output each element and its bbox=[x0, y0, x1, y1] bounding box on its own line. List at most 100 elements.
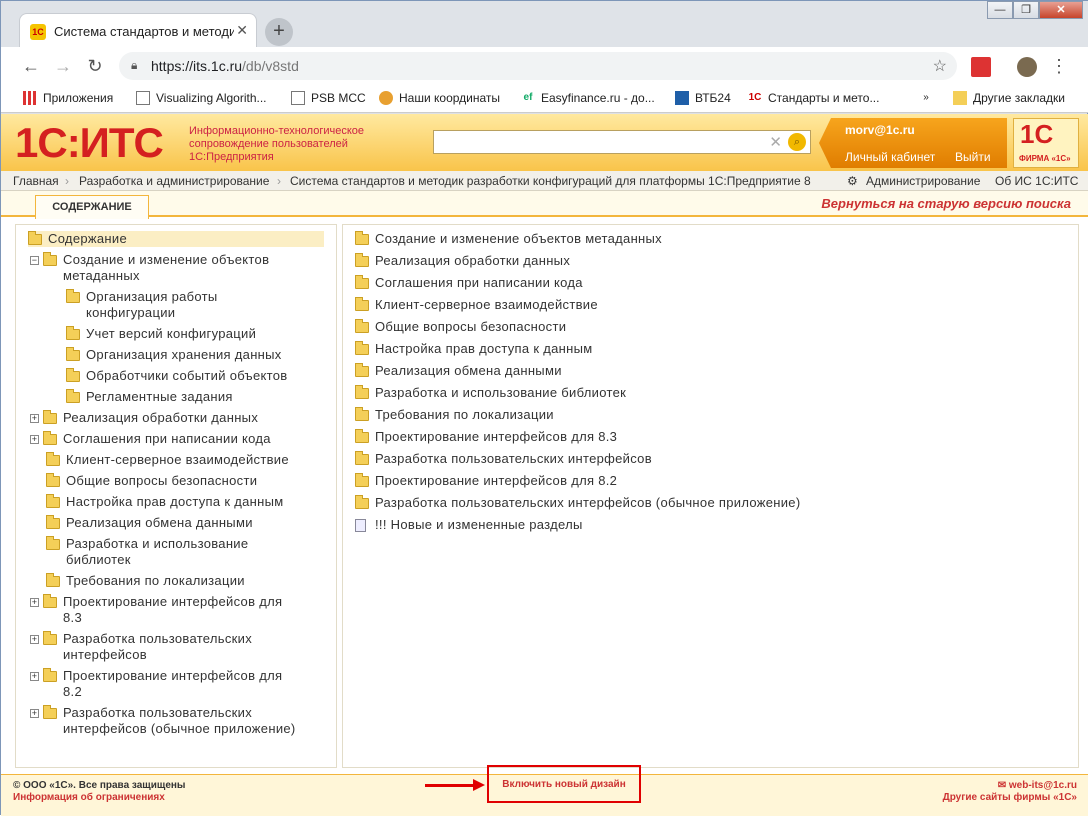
list-item[interactable]: Разработка пользовательских интерфейсов … bbox=[355, 495, 800, 511]
list-item[interactable]: Проектирование интерфейсов для 8.2 bbox=[355, 473, 617, 489]
tree-item-label[interactable]: Клиент-серверное взаимодействие bbox=[66, 452, 289, 468]
firm-1c-logo[interactable]: 1С ФИРМА «1С» bbox=[1013, 118, 1079, 168]
list-item[interactable]: Реализация обработки данных bbox=[355, 253, 570, 269]
list-item-label[interactable]: Клиент-серверное взаимодействие bbox=[375, 297, 598, 313]
tree-item[interactable]: Учет версий конфигураций bbox=[66, 326, 256, 342]
tree-item-label[interactable]: Регламентные задания bbox=[86, 389, 233, 405]
tree-item[interactable]: Клиент-серверное взаимодействие bbox=[46, 452, 289, 468]
list-item[interactable]: Настройка прав доступа к данным bbox=[355, 341, 592, 357]
list-item-label[interactable]: Разработка пользовательских интерфейсов … bbox=[375, 495, 800, 511]
clear-search-icon[interactable]: ✕ bbox=[769, 133, 782, 151]
bookmarks-overflow-icon[interactable]: » bbox=[919, 91, 933, 105]
its-logo[interactable]: 1С:ИТС bbox=[15, 120, 164, 166]
about-link[interactable]: Об ИС 1С:ИТС bbox=[995, 174, 1078, 188]
list-item-label[interactable]: Общие вопросы безопасности bbox=[375, 319, 566, 335]
crumb-dev[interactable]: Разработка и администрирование bbox=[79, 174, 269, 188]
expand-icon[interactable]: + bbox=[30, 435, 39, 444]
bookmark-psb[interactable]: PSB MCC bbox=[291, 91, 366, 105]
minimize-button[interactable]: — bbox=[987, 1, 1013, 19]
limits-link[interactable]: Информация об ограничениях bbox=[13, 792, 165, 803]
list-item[interactable]: Создание и изменение объектов метаданных bbox=[355, 231, 662, 247]
tree-item-label[interactable]: Разработка пользовательских интерфейсов bbox=[63, 631, 252, 663]
list-item-label[interactable]: Требования по локализации bbox=[375, 407, 554, 423]
tree-item-label[interactable]: Проектирование интерфейсов для 8.2 bbox=[63, 668, 282, 700]
list-item-label[interactable]: Разработка пользовательских интерфейсов bbox=[375, 451, 652, 467]
tree-item-label[interactable]: Проектирование интерфейсов для 8.3 bbox=[63, 594, 282, 626]
tree-item-label[interactable]: Настройка прав доступа к данным bbox=[66, 494, 283, 510]
list-item[interactable]: Проектирование интерфейсов для 8.3 bbox=[355, 429, 617, 445]
list-item[interactable]: Требования по локализации bbox=[355, 407, 554, 423]
tree-item[interactable]: Настройка прав доступа к данным bbox=[46, 494, 283, 510]
cabinet-link[interactable]: Личный кабинет bbox=[845, 150, 935, 164]
web-its-email[interactable]: ✉ web-its@1c.ru bbox=[998, 780, 1077, 791]
list-item[interactable]: Разработка пользовательских интерфейсов bbox=[355, 451, 652, 467]
list-item-label[interactable]: Проектирование интерфейсов для 8.3 bbox=[375, 429, 617, 445]
bookmark-coords[interactable]: Наши координаты bbox=[379, 91, 500, 105]
window-close-button[interactable]: ✕ bbox=[1039, 1, 1083, 19]
tree-item[interactable]: + Разработка пользовательских интерфейсов bbox=[30, 631, 252, 663]
list-item-label[interactable]: Проектирование интерфейсов для 8.2 bbox=[375, 473, 617, 489]
tree-item[interactable]: + Разработка пользовательских интерфейсов … bbox=[30, 705, 296, 737]
list-item-label[interactable]: Реализация обмена данными bbox=[375, 363, 562, 379]
search-input[interactable]: ✕ ⌕ bbox=[433, 130, 811, 154]
bookmark-apps[interactable]: Приложения bbox=[23, 91, 113, 105]
tree-item[interactable]: Реализация обмена данными bbox=[46, 515, 253, 531]
bookmark-other[interactable]: Другие закладки bbox=[953, 91, 1065, 105]
expand-icon[interactable]: + bbox=[30, 635, 39, 644]
tree-item-label[interactable]: Реализация обмена данными bbox=[66, 515, 253, 531]
list-item-label[interactable]: !!! Новые и измененные разделы bbox=[375, 517, 583, 533]
list-item-label[interactable]: Настройка прав доступа к данным bbox=[375, 341, 592, 357]
tree-item-label[interactable]: Создание и изменение объектов метаданных bbox=[63, 252, 269, 284]
tree-item[interactable]: Обработчики событий объектов bbox=[66, 368, 288, 384]
list-item[interactable]: Клиент-серверное взаимодействие bbox=[355, 297, 598, 313]
search-icon[interactable]: ⌕ bbox=[788, 133, 806, 151]
address-bar[interactable]: 🔒︎ https://its.1c.ru/db/v8std ☆ bbox=[119, 52, 957, 80]
tree-item[interactable]: + Проектирование интерфейсов для 8.3 bbox=[30, 594, 282, 626]
tree-item-label[interactable]: Организация работы конфигурации bbox=[86, 289, 218, 321]
tree-item-label[interactable]: Требования по локализации bbox=[66, 573, 245, 589]
bookmark-easyfinance[interactable]: ef Easyfinance.ru - до... bbox=[521, 91, 655, 105]
bookmark-standards[interactable]: 1С Стандарты и мето... bbox=[748, 91, 880, 105]
new-tab-button[interactable]: + bbox=[265, 18, 293, 46]
tab-contents[interactable]: СОДЕРЖАНИЕ bbox=[35, 195, 149, 219]
tree-item[interactable]: Требования по локализации bbox=[46, 573, 245, 589]
tree-item-label[interactable]: Реализация обработки данных bbox=[63, 410, 258, 426]
tree-item[interactable]: + Проектирование интерфейсов для 8.2 bbox=[30, 668, 282, 700]
list-item[interactable]: Разработка и использование библиотек bbox=[355, 385, 626, 401]
list-item-label[interactable]: Разработка и использование библиотек bbox=[375, 385, 626, 401]
list-item[interactable]: !!! Новые и измененные разделы bbox=[355, 517, 583, 533]
browser-tab[interactable]: 1С Система стандартов и методик ✕ bbox=[19, 13, 257, 49]
tree-item[interactable]: Организация хранения данных bbox=[66, 347, 282, 363]
tree-item-label[interactable]: Обработчики событий объектов bbox=[86, 368, 288, 384]
list-item-label[interactable]: Соглашения при написании кода bbox=[375, 275, 583, 291]
tree-item[interactable]: − Создание и изменение объектов метаданных bbox=[30, 252, 269, 284]
tree-item[interactable]: + Соглашения при написании кода bbox=[30, 431, 271, 447]
close-tab-icon[interactable]: ✕ bbox=[236, 22, 248, 39]
list-item[interactable]: Общие вопросы безопасности bbox=[355, 319, 566, 335]
tree-item-label[interactable]: Общие вопросы безопасности bbox=[66, 473, 257, 489]
tree-item[interactable]: + Реализация обработки данных bbox=[30, 410, 258, 426]
tree-item[interactable]: Общие вопросы безопасности bbox=[46, 473, 257, 489]
expand-icon[interactable]: + bbox=[30, 598, 39, 607]
tree-item[interactable]: Разработка и использование библиотек bbox=[46, 536, 248, 568]
expand-icon[interactable]: + bbox=[30, 709, 39, 718]
other-sites-link[interactable]: Другие сайты фирмы «1С» bbox=[943, 792, 1077, 803]
tree-item-label[interactable]: Разработка пользовательских интерфейсов (… bbox=[63, 705, 296, 737]
maximize-button[interactable]: ❐ bbox=[1013, 1, 1039, 19]
reload-icon[interactable]: ↻ bbox=[83, 55, 107, 77]
tree-item-label[interactable]: Учет версий конфигураций bbox=[86, 326, 256, 342]
crumb-home[interactable]: Главная bbox=[13, 174, 59, 188]
old-search-link[interactable]: Вернуться на старую версию поиска bbox=[821, 196, 1071, 211]
tree-item-label[interactable]: Организация хранения данных bbox=[86, 347, 282, 363]
list-item-label[interactable]: Реализация обработки данных bbox=[375, 253, 570, 269]
admin-link[interactable]: Администрирование bbox=[866, 174, 980, 188]
tree-item[interactable]: Регламентные задания bbox=[66, 389, 233, 405]
expand-icon[interactable]: + bbox=[30, 672, 39, 681]
user-email[interactable]: morv@1c.ru bbox=[845, 123, 915, 137]
bookmark-vtb[interactable]: ВТБ24 bbox=[675, 91, 731, 105]
expand-icon[interactable]: + bbox=[30, 414, 39, 423]
logout-link[interactable]: Выйти bbox=[955, 150, 991, 164]
list-item[interactable]: Соглашения при написании кода bbox=[355, 275, 583, 291]
forward-icon[interactable]: → bbox=[51, 55, 75, 77]
menu-icon[interactable]: ⋮ bbox=[1047, 55, 1071, 77]
